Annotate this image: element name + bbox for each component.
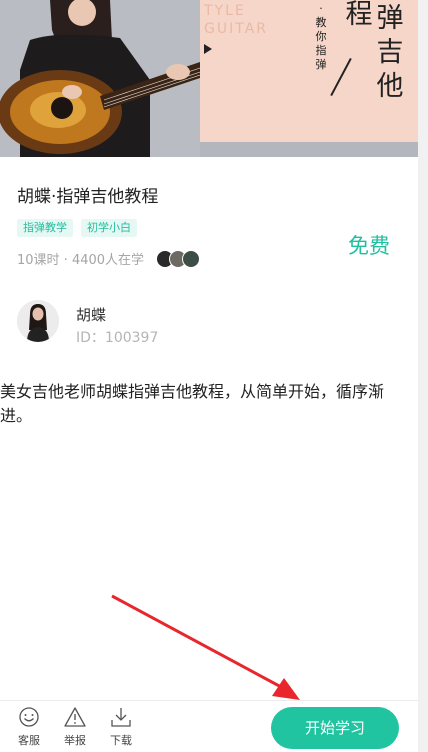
banner-play-marker — [204, 44, 212, 54]
customer-service-label: 客服 — [18, 734, 40, 747]
teacher-avatar-image — [17, 300, 59, 342]
learner-avatar — [182, 249, 201, 268]
banner-title-col2: 弹吉他 — [376, 3, 404, 102]
smile-icon — [19, 707, 39, 727]
course-banner: TYLE GUITAR ·教你指弹 程 弹吉他 — [0, 0, 418, 157]
banner-english-line1: TYLE — [204, 3, 246, 19]
download-label: 下载 — [110, 734, 132, 747]
tag-beginner: 初学小白 — [81, 219, 137, 237]
banner-slogan: ·教你指弹 — [315, 2, 327, 71]
guitarist-illustration — [0, 0, 200, 157]
banner-english-text: TYLE GUITAR — [204, 2, 268, 38]
customer-service-button[interactable]: 客服 — [14, 706, 44, 748]
download-button[interactable]: 下载 — [106, 706, 136, 748]
teacher-id: ID：100397 — [76, 330, 159, 346]
banner-english-line2: GUITAR — [204, 21, 268, 37]
tag-fingerstyle: 指弹教学 — [17, 219, 73, 237]
course-meta-text: 10课时 · 4400人在学 — [17, 253, 145, 268]
teacher-avatar[interactable] — [17, 300, 59, 342]
report-label: 举报 — [64, 734, 86, 747]
course-meta: 10课时 · 4400人在学 — [17, 249, 201, 268]
report-button[interactable]: 举报 — [60, 706, 90, 748]
course-tags: 指弹教学 初学小白 — [17, 219, 137, 237]
learner-avatars — [156, 249, 201, 268]
course-price: 免费 — [348, 234, 390, 258]
scroll-track[interactable] — [418, 0, 428, 752]
start-learning-button[interactable]: 开始学习 — [271, 707, 399, 749]
download-icon — [111, 708, 131, 727]
course-title: 胡蝶·指弹吉他教程 — [17, 187, 159, 207]
course-description: 美女吉他老师胡蝶指弹吉他教程，从简单开始，循序渐进。 — [0, 382, 385, 425]
warning-icon — [64, 707, 86, 727]
banner-title-col1: 程 — [345, 0, 373, 30]
teacher-name[interactable]: 胡蝶 — [76, 304, 106, 325]
